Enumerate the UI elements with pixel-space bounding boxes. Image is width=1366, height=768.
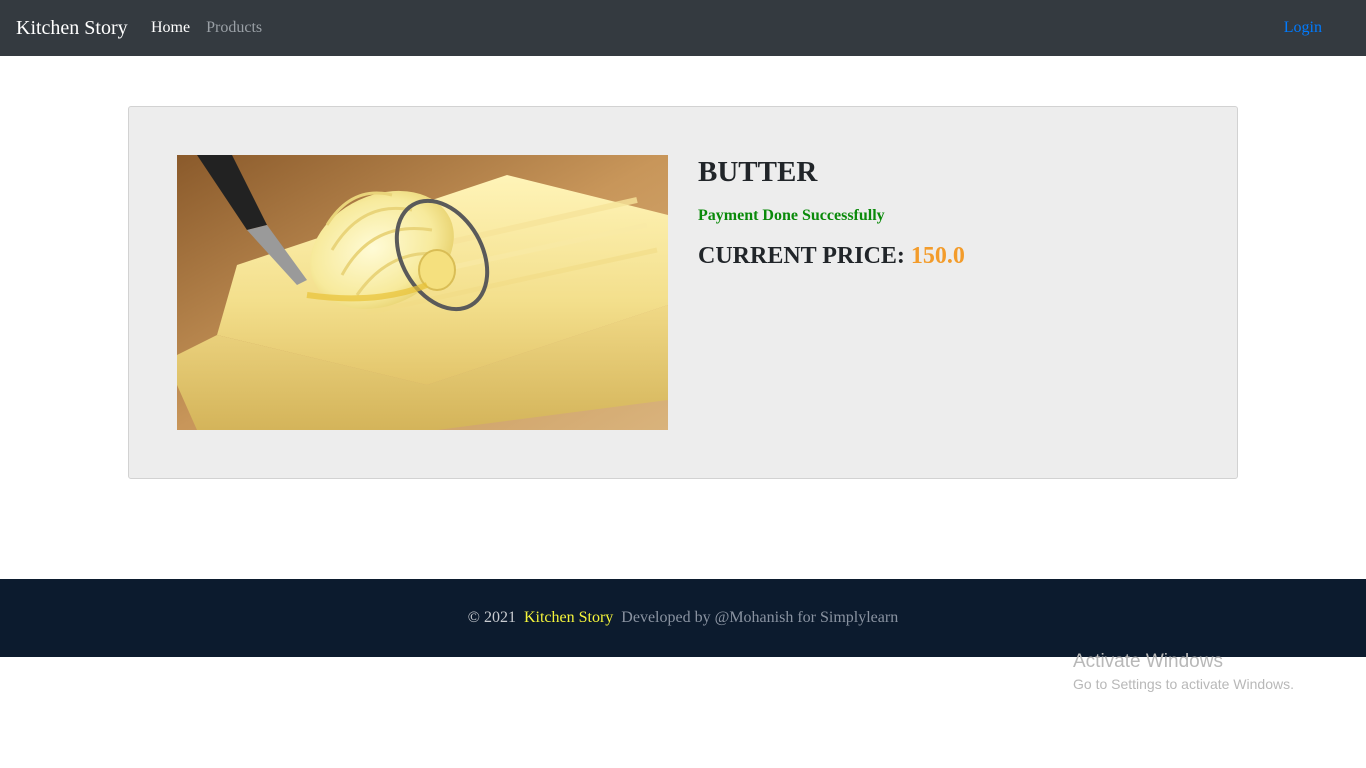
page-footer: © 2021 Kitchen Story Developed by @Mohan… — [0, 579, 1366, 657]
footer-brand-link[interactable]: Kitchen Story — [524, 609, 613, 626]
nav-link-products[interactable]: Products — [206, 18, 262, 38]
watermark-title: Activate Windows — [1073, 651, 1223, 672]
activate-windows-watermark: Activate Windows Go to Settings to activ… — [1073, 651, 1294, 693]
nav-link-home[interactable]: Home — [151, 18, 190, 38]
nav-links: Home Products — [151, 18, 262, 38]
price-value: 150.0 — [910, 243, 965, 269]
footer-copyright: © 2021 — [467, 609, 516, 626]
login-link[interactable]: Login — [1284, 18, 1322, 38]
price-label: CURRENT PRICE: — [698, 243, 905, 269]
product-title: BUTTER — [698, 156, 818, 188]
top-navbar: Kitchen Story Home Products Login — [0, 0, 1366, 56]
product-card: BUTTER Payment Done Successfully CURRENT… — [128, 106, 1238, 479]
watermark-subtitle: Go to Settings to activate Windows. — [1073, 676, 1294, 692]
footer-text: © 2021 Kitchen Story Developed by @Mohan… — [0, 608, 1366, 628]
brand-logo-link[interactable]: Kitchen Story — [16, 15, 128, 41]
payment-status-message: Payment Done Successfully — [698, 207, 885, 224]
current-price: CURRENT PRICE: 150.0 — [698, 241, 965, 271]
footer-credits: Developed by @Mohanish for Simplylearn — [621, 609, 899, 626]
product-image — [177, 155, 668, 430]
